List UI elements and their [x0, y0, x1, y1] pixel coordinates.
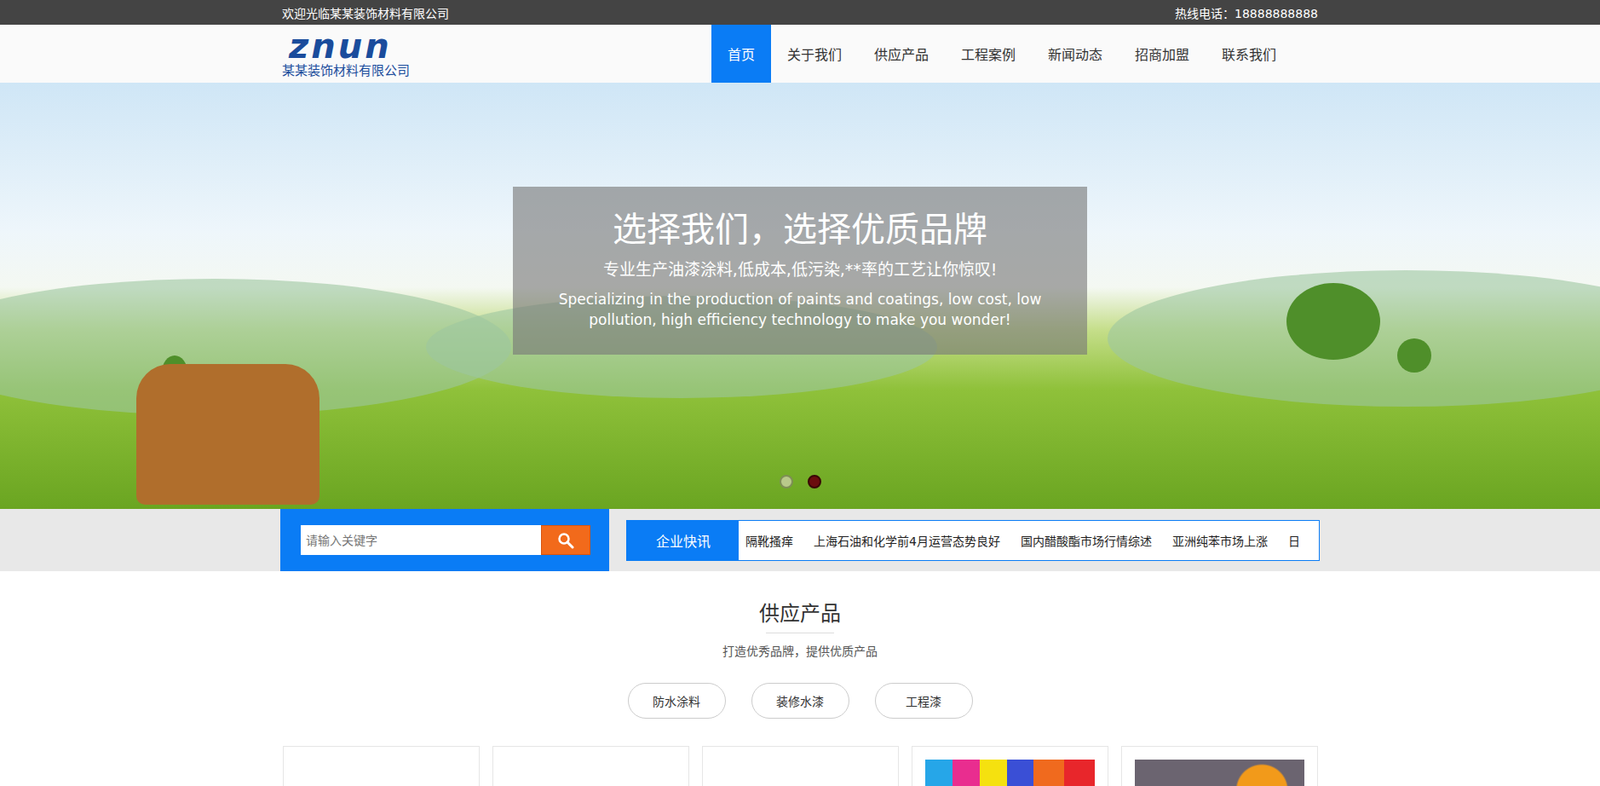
slide-dot[interactable] [779, 474, 794, 489]
category-tab[interactable]: 防水涂料 [627, 682, 726, 719]
top-bar-inner: 欢迎光临某某装饰材料有限公司 热线电话：18888888888 [280, 0, 1320, 25]
header: znun某某装饰材料有限公司 首页关于我们供应产品工程案例新闻动态招商加盟联系我们 [0, 24, 1600, 83]
news-ticker: 企业快讯隔靴搔痒 上海石油和化学前4月运营态势良好 国内醋酸酯市场行情综述 亚洲纯苯市… [626, 519, 1320, 561]
header-inner: znun某某装饰材料有限公司 首页关于我们供应产品工程案例新闻动态招商加盟联系我们 [280, 24, 1320, 83]
category-tabs: 防水涂料装修水漆工程漆 [280, 682, 1320, 719]
basket-shape [136, 363, 320, 505]
main-nav: 首页关于我们供应产品工程案例新闻动态招商加盟联系我们 [711, 24, 1293, 83]
nav-item[interactable]: 供应产品 [857, 24, 945, 83]
product-cards [280, 745, 1320, 786]
title-underline [765, 632, 835, 634]
product-card[interactable] [702, 745, 899, 786]
slide-dot[interactable] [807, 474, 822, 489]
product-image [1134, 759, 1305, 786]
nav-item[interactable]: 招商加盟 [1118, 24, 1206, 83]
nav-item[interactable]: 联系我们 [1205, 24, 1293, 83]
search-button[interactable] [541, 524, 591, 555]
tree-shape [1397, 338, 1432, 373]
search-box [280, 508, 610, 571]
nav-item[interactable]: 新闻动态 [1031, 24, 1119, 83]
hotline-text: 热线电话：18888888888 [1174, 4, 1318, 22]
news-item[interactable]: 国内醋酸酯市场行情综述 [1020, 531, 1152, 549]
section-subtitle: 打造优秀品牌，提供优质产品 [280, 641, 1320, 659]
top-bar: 欢迎光临某某装饰材料有限公司 热线电话：18888888888 [0, 0, 1600, 25]
news-item[interactable]: 上海石油和化学前4月运营态势良好 [813, 531, 1001, 549]
product-image [925, 759, 1095, 786]
search-strip: 企业快讯隔靴搔痒 上海石油和化学前4月运营态势良好 国内醋酸酯市场行情综述 亚洲纯苯市… [0, 508, 1600, 571]
products-section: 供应产品打造优秀品牌，提供优质产品防水涂料装修水漆工程漆 [280, 570, 1320, 786]
hero-banner: 选择我们，选择优质品牌专业生产油漆涂料,低成本,低污染,**率的工艺让你惊叹! S… [0, 82, 1600, 509]
news-item[interactable]: 隔靴搔痒 [745, 531, 794, 549]
company-name[interactable]: 某某装饰材料有限公司 [282, 63, 410, 79]
news-item[interactable]: 日 [1288, 531, 1301, 549]
welcome-text: 欢迎光临某某装饰材料有限公司 [282, 4, 449, 22]
product-card[interactable] [492, 745, 690, 786]
logo[interactable]: znun某某装饰材料有限公司 [280, 24, 410, 83]
slide-dots [0, 474, 1600, 489]
search-input[interactable] [300, 524, 542, 555]
banner-subtitle: 专业生产油漆涂料,低成本,低污染,**率的工艺让你惊叹! [529, 258, 1071, 281]
product-card[interactable] [911, 745, 1109, 786]
product-card[interactable] [1121, 745, 1318, 786]
banner-english: Specializing in the production of paints… [529, 288, 1071, 330]
banner-title: 选择我们，选择优质品牌 [529, 208, 1071, 250]
news-label: 企业快讯 [627, 520, 739, 560]
product-card[interactable] [282, 745, 480, 786]
search-icon [557, 531, 575, 549]
nav-item[interactable]: 首页 [711, 24, 772, 83]
nav-item[interactable]: 关于我们 [771, 24, 858, 83]
category-tab[interactable]: 装修水漆 [751, 682, 850, 719]
section-title: 供应产品 [280, 599, 1320, 628]
tree-shape [1286, 282, 1381, 360]
search-strip-inner: 企业快讯隔靴搔痒 上海石油和化学前4月运营态势良好 国内醋酸酯市场行情综述 亚洲纯苯市… [280, 508, 1320, 571]
banner-caption: 选择我们，选择优质品牌专业生产油漆涂料,低成本,低污染,**率的工艺让你惊叹! S… [512, 186, 1088, 355]
logo-mark[interactable]: znun [282, 28, 410, 64]
category-tab[interactable]: 工程漆 [874, 682, 973, 719]
news-item[interactable]: 亚洲纯苯市场上涨 [1172, 531, 1268, 549]
news-list: 隔靴搔痒 上海石油和化学前4月运营态势良好 国内醋酸酯市场行情综述 亚洲纯苯市场上涨 日 [738, 520, 1319, 560]
nav-item[interactable]: 工程案例 [944, 24, 1032, 83]
